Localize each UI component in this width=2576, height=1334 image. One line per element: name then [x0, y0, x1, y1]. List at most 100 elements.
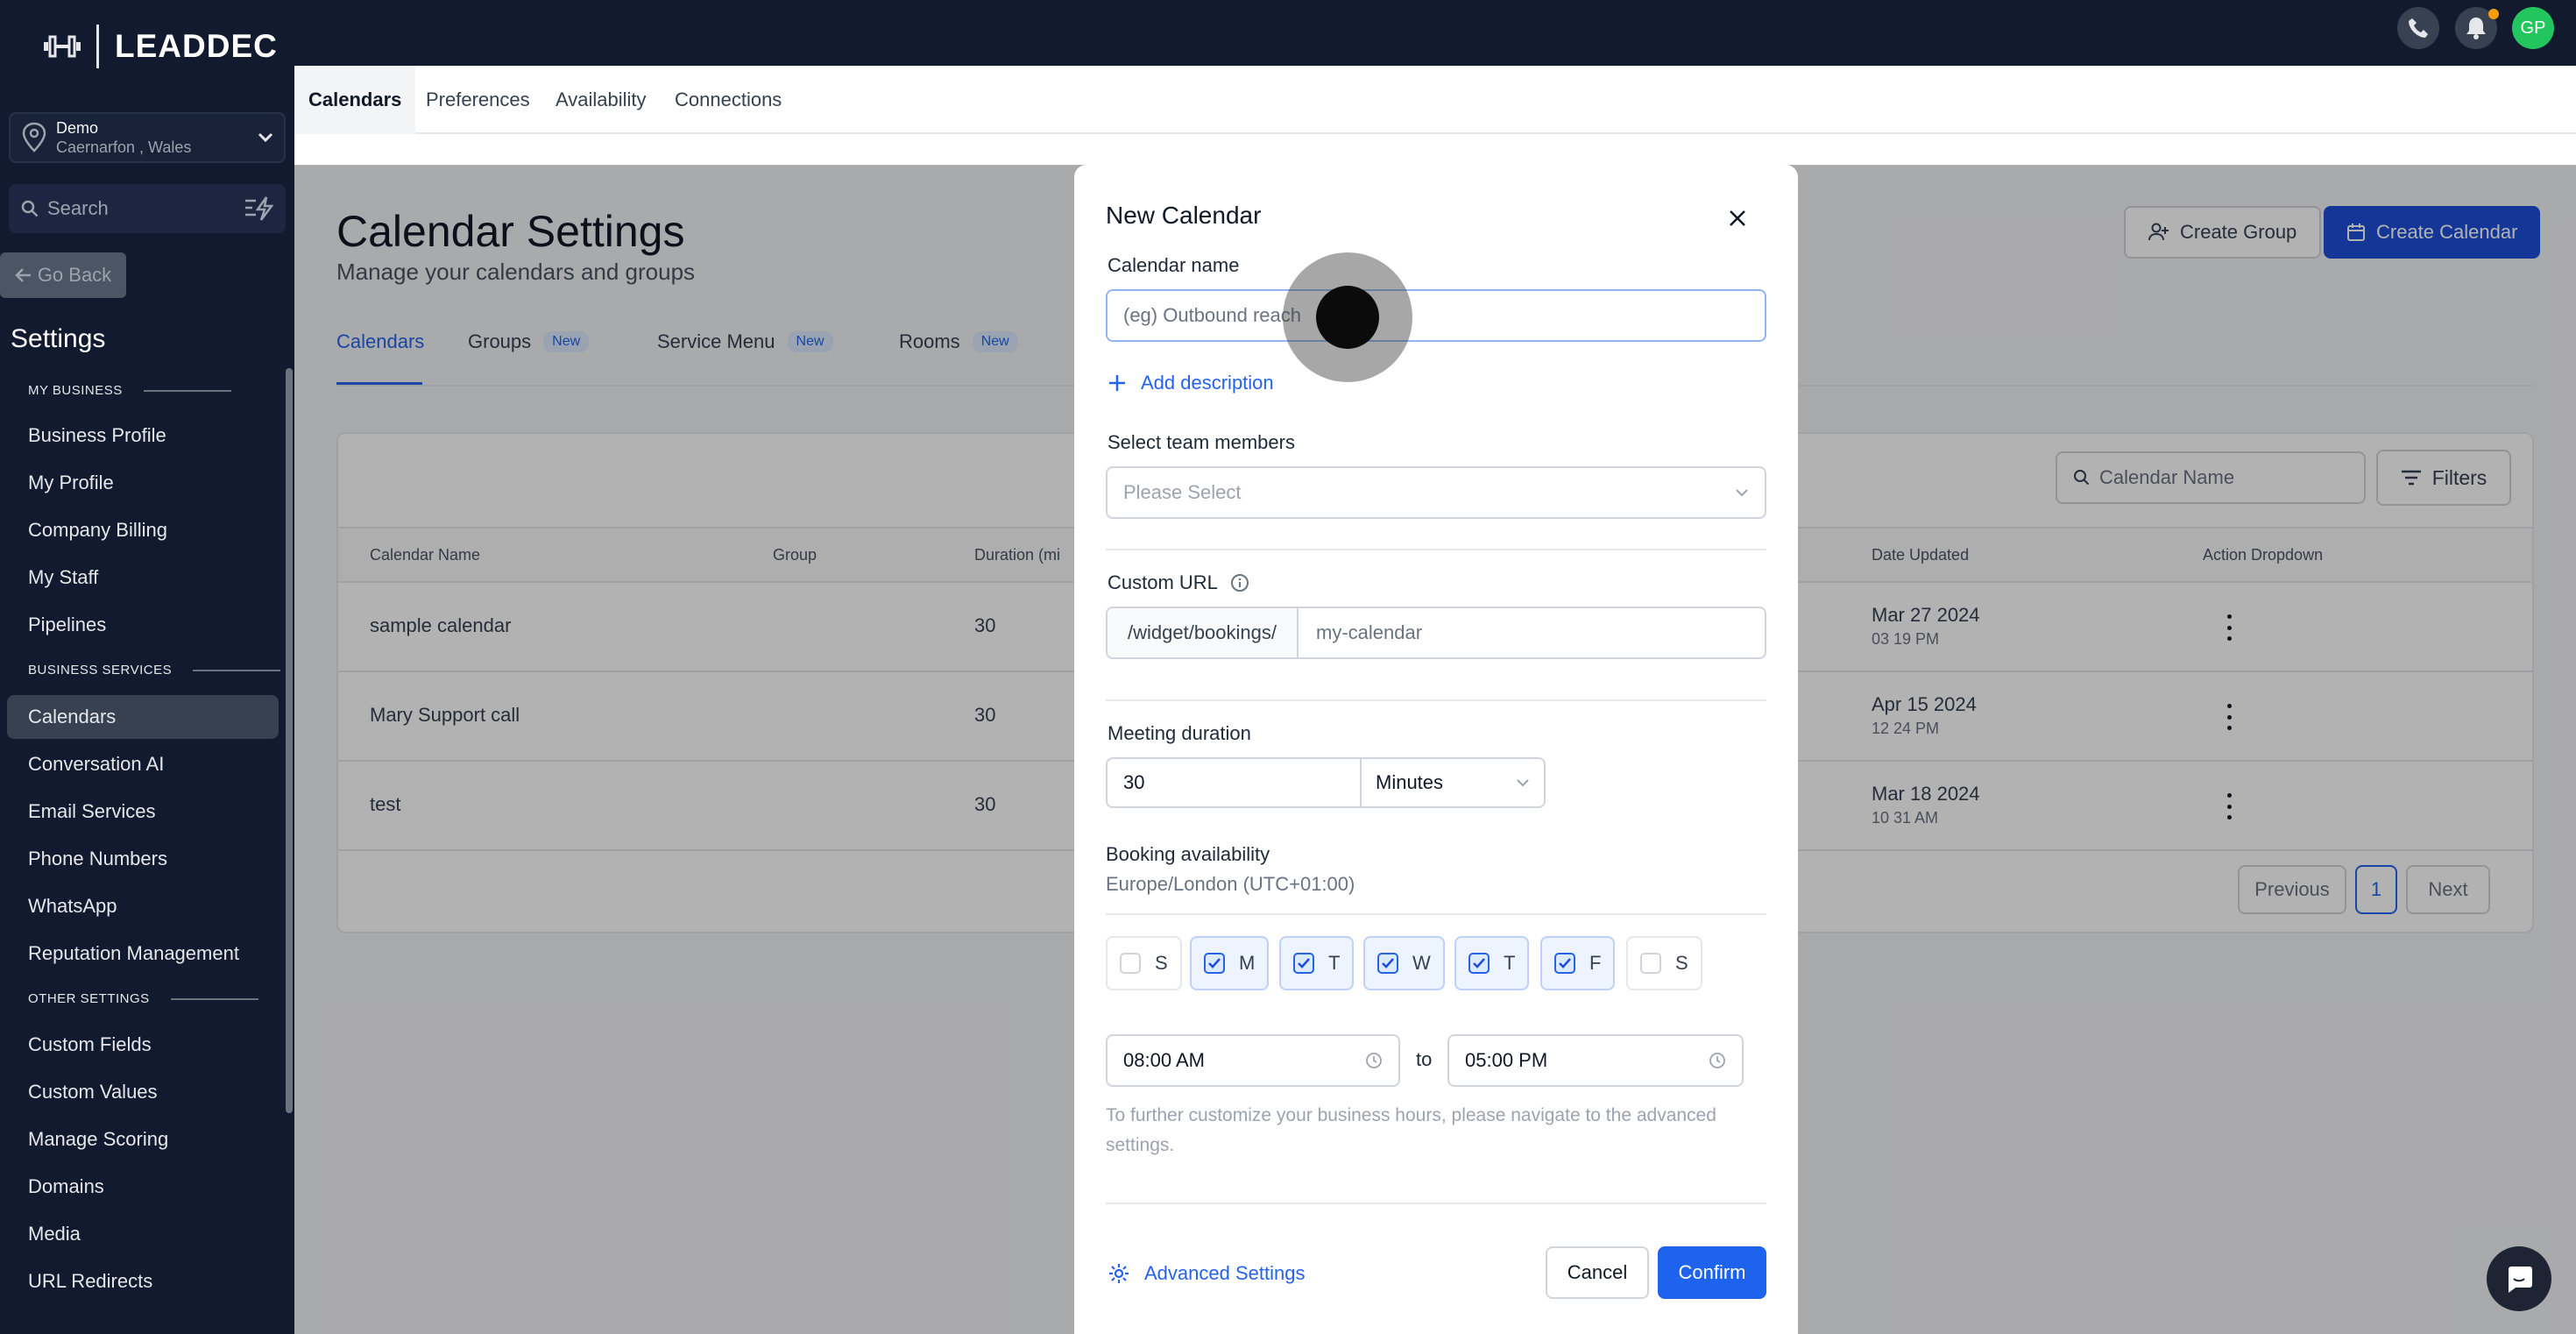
checkbox[interactable]	[1293, 953, 1314, 974]
search-icon	[21, 200, 39, 217]
day-toggle-monday[interactable]: M	[1190, 936, 1270, 990]
check-icon	[1559, 958, 1571, 969]
calendar-name-placeholder: (eg) Outbound reach	[1123, 304, 1302, 326]
sidebar: LEADDEC Demo Caernarfon , Wales Search G…	[0, 0, 294, 1334]
settings-tabs: Calendars Preferences Availability Conne…	[294, 66, 2576, 134]
sidebar-item-label: WhatsApp	[28, 895, 117, 917]
calendar-name-input[interactable]: (eg) Outbound reach	[1106, 289, 1766, 342]
checkbox[interactable]	[1468, 953, 1490, 974]
logo-divider	[96, 25, 99, 68]
section-divider	[1106, 549, 1766, 550]
sidebar-item-label: Media	[28, 1223, 81, 1245]
sidebar-item-phone-numbers[interactable]: Phone Numbers	[7, 837, 279, 881]
tab-connections[interactable]: Connections	[661, 66, 796, 134]
go-back-button[interactable]: Go Back	[0, 252, 126, 298]
sidebar-item-label: Custom Fields	[28, 1033, 152, 1055]
add-description-link[interactable]: Add description	[1108, 372, 1274, 394]
check-icon	[1473, 958, 1485, 969]
checkbox[interactable]	[1377, 953, 1398, 974]
sidebar-scrollbar[interactable]	[286, 368, 293, 1113]
clock-icon	[1366, 1053, 1382, 1068]
time-range-separator: to	[1416, 1048, 1433, 1070]
tab-preferences[interactable]: Preferences	[412, 66, 544, 134]
phone-button[interactable]	[2397, 7, 2439, 49]
location-switcher[interactable]: Demo Caernarfon , Wales	[9, 112, 286, 163]
sidebar-item-label: Phone Numbers	[28, 848, 167, 869]
sidebar-item-pipelines[interactable]: Pipelines	[7, 603, 279, 647]
day-toggle-friday[interactable]: F	[1540, 936, 1616, 990]
end-time-value: 05:00 PM	[1465, 1049, 1548, 1071]
team-members-select[interactable]: Please Select	[1106, 466, 1766, 519]
sidebar-item-custom-values[interactable]: Custom Values	[7, 1070, 279, 1114]
sidebar-item-company-billing[interactable]: Company Billing	[7, 508, 279, 552]
dumbbell-icon	[44, 35, 81, 58]
cancel-button[interactable]: Cancel	[1546, 1246, 1649, 1299]
chat-icon	[2509, 1267, 2532, 1293]
chat-widget-button[interactable]	[2487, 1246, 2551, 1311]
sidebar-item-label: My Profile	[28, 472, 114, 493]
user-avatar[interactable]: GP	[2512, 7, 2554, 49]
day-label: M	[1239, 952, 1256, 974]
sidebar-item-business-profile[interactable]: Business Profile	[7, 414, 279, 458]
start-time-input[interactable]: 08:00 AM	[1106, 1034, 1400, 1087]
section-other-settings: OTHER SETTINGS	[28, 991, 258, 1006]
custom-url-label: Custom URL	[1108, 571, 1218, 593]
sidebar-item-custom-fields[interactable]: Custom Fields	[7, 1023, 279, 1067]
checkbox[interactable]	[1554, 953, 1575, 974]
checkbox[interactable]	[1120, 953, 1141, 974]
day-label: W	[1412, 952, 1431, 974]
duration-unit-select[interactable]: Minutes	[1362, 759, 1544, 806]
advanced-settings-link[interactable]: Advanced Settings	[1108, 1262, 1305, 1285]
section-divider	[1106, 1203, 1766, 1204]
notification-dot	[2488, 9, 2499, 19]
brand-logo[interactable]: LEADDEC	[44, 25, 278, 68]
sidebar-item-label: Manage Scoring	[28, 1128, 169, 1150]
cursor-indicator	[1316, 286, 1379, 349]
sidebar-item-conversation-ai[interactable]: Conversation AI	[7, 742, 279, 786]
timezone-text: Europe/London (UTC+01:00)	[1106, 873, 1355, 895]
sidebar-item-media[interactable]: Media	[7, 1212, 279, 1256]
custom-url-field: /widget/bookings/ my-calendar	[1106, 607, 1766, 659]
sidebar-item-label: Reputation Management	[28, 942, 239, 964]
plus-icon	[1109, 375, 1125, 391]
sidebar-item-label: My Staff	[28, 566, 99, 588]
checkbox[interactable]	[1640, 953, 1661, 974]
checkbox[interactable]	[1204, 953, 1225, 974]
settings-title: Settings	[11, 324, 106, 353]
sidebar-item-manage-scoring[interactable]: Manage Scoring	[7, 1118, 279, 1161]
sidebar-item-calendars[interactable]: Calendars	[7, 695, 279, 739]
section-label: MY BUSINESS	[28, 383, 123, 398]
sidebar-item-url-redirects[interactable]: URL Redirects	[7, 1259, 279, 1303]
sidebar-item-my-profile[interactable]: My Profile	[7, 461, 279, 505]
sidebar-item-label: Calendars	[28, 706, 117, 727]
sidebar-item-domains[interactable]: Domains	[7, 1165, 279, 1209]
sidebar-item-my-staff[interactable]: My Staff	[7, 556, 279, 600]
duration-input[interactable]: 30	[1108, 759, 1362, 806]
calendar-name-label: Calendar name	[1108, 254, 1240, 276]
day-toggle-thursday[interactable]: T	[1454, 936, 1530, 990]
location-name: Demo	[56, 119, 99, 137]
top-bar	[294, 0, 2576, 66]
modal-title: New Calendar	[1106, 202, 1262, 229]
section-divider	[1106, 913, 1766, 915]
sidebar-search-input[interactable]: Search	[9, 184, 286, 233]
close-icon[interactable]	[1726, 207, 1749, 230]
confirm-button[interactable]: Confirm	[1658, 1246, 1766, 1299]
day-toggle-tuesday[interactable]: T	[1279, 936, 1355, 990]
custom-url-input[interactable]: my-calendar	[1299, 608, 1765, 657]
meeting-duration-label: Meeting duration	[1108, 722, 1251, 744]
brand-name: LEADDEC	[115, 28, 278, 64]
sidebar-item-reputation-management[interactable]: Reputation Management	[7, 932, 279, 976]
tab-calendars[interactable]: Calendars	[294, 66, 416, 134]
info-icon[interactable]	[1230, 573, 1249, 592]
end-time-input[interactable]: 05:00 PM	[1447, 1034, 1744, 1087]
day-toggle-sunday[interactable]: S	[1106, 936, 1182, 990]
sidebar-search-placeholder: Search	[47, 197, 109, 219]
custom-url-label-row: Custom URL	[1108, 571, 1249, 594]
day-toggle-wednesday[interactable]: W	[1363, 936, 1445, 990]
tab-availability[interactable]: Availability	[541, 66, 661, 134]
day-toggle-saturday[interactable]: S	[1626, 936, 1702, 990]
sidebar-item-email-services[interactable]: Email Services	[7, 790, 279, 834]
lightning-icon[interactable]	[244, 195, 273, 222]
sidebar-item-whatsapp[interactable]: WhatsApp	[7, 884, 279, 928]
